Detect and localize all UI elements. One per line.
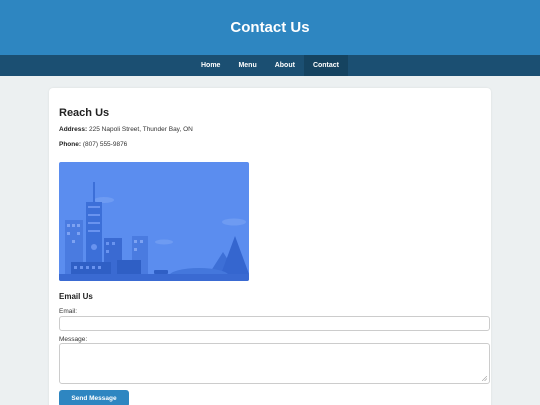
contact-card: Reach Us Address: 225 Napoli Street, Thu… [49, 88, 491, 405]
phone-label: Phone: [59, 141, 82, 148]
page-title: Contact Us [230, 19, 310, 36]
email-us-heading: Email Us [59, 292, 93, 301]
nav-item-home[interactable]: Home [192, 55, 229, 76]
address-label: Address: [59, 126, 88, 133]
phone-line: Phone: (807) 555-9876 [59, 141, 127, 148]
page-header: Contact Us [0, 0, 540, 55]
message-label: Message: [59, 336, 88, 343]
nav-item-about[interactable]: About [266, 55, 304, 76]
city-skyline-illustration [59, 162, 249, 281]
email-field[interactable] [59, 316, 490, 331]
nav-item-menu[interactable]: Menu [229, 55, 265, 76]
message-textarea[interactable] [59, 343, 490, 384]
address-value: 225 Napoli Street, Thunder Bay, ON [89, 126, 193, 133]
reach-us-heading: Reach Us [59, 107, 110, 119]
phone-value: (807) 555-9876 [82, 141, 128, 148]
nav-item-contact[interactable]: Contact [303, 55, 348, 76]
email-label: Email: [59, 308, 78, 315]
send-message-button[interactable]: Send Message [59, 390, 129, 405]
main-nav: Home Menu About Contact [0, 55, 540, 76]
resize-grip-icon[interactable] [482, 376, 487, 381]
address-line: Address: 225 Napoli Street, Thunder Bay,… [59, 126, 193, 133]
